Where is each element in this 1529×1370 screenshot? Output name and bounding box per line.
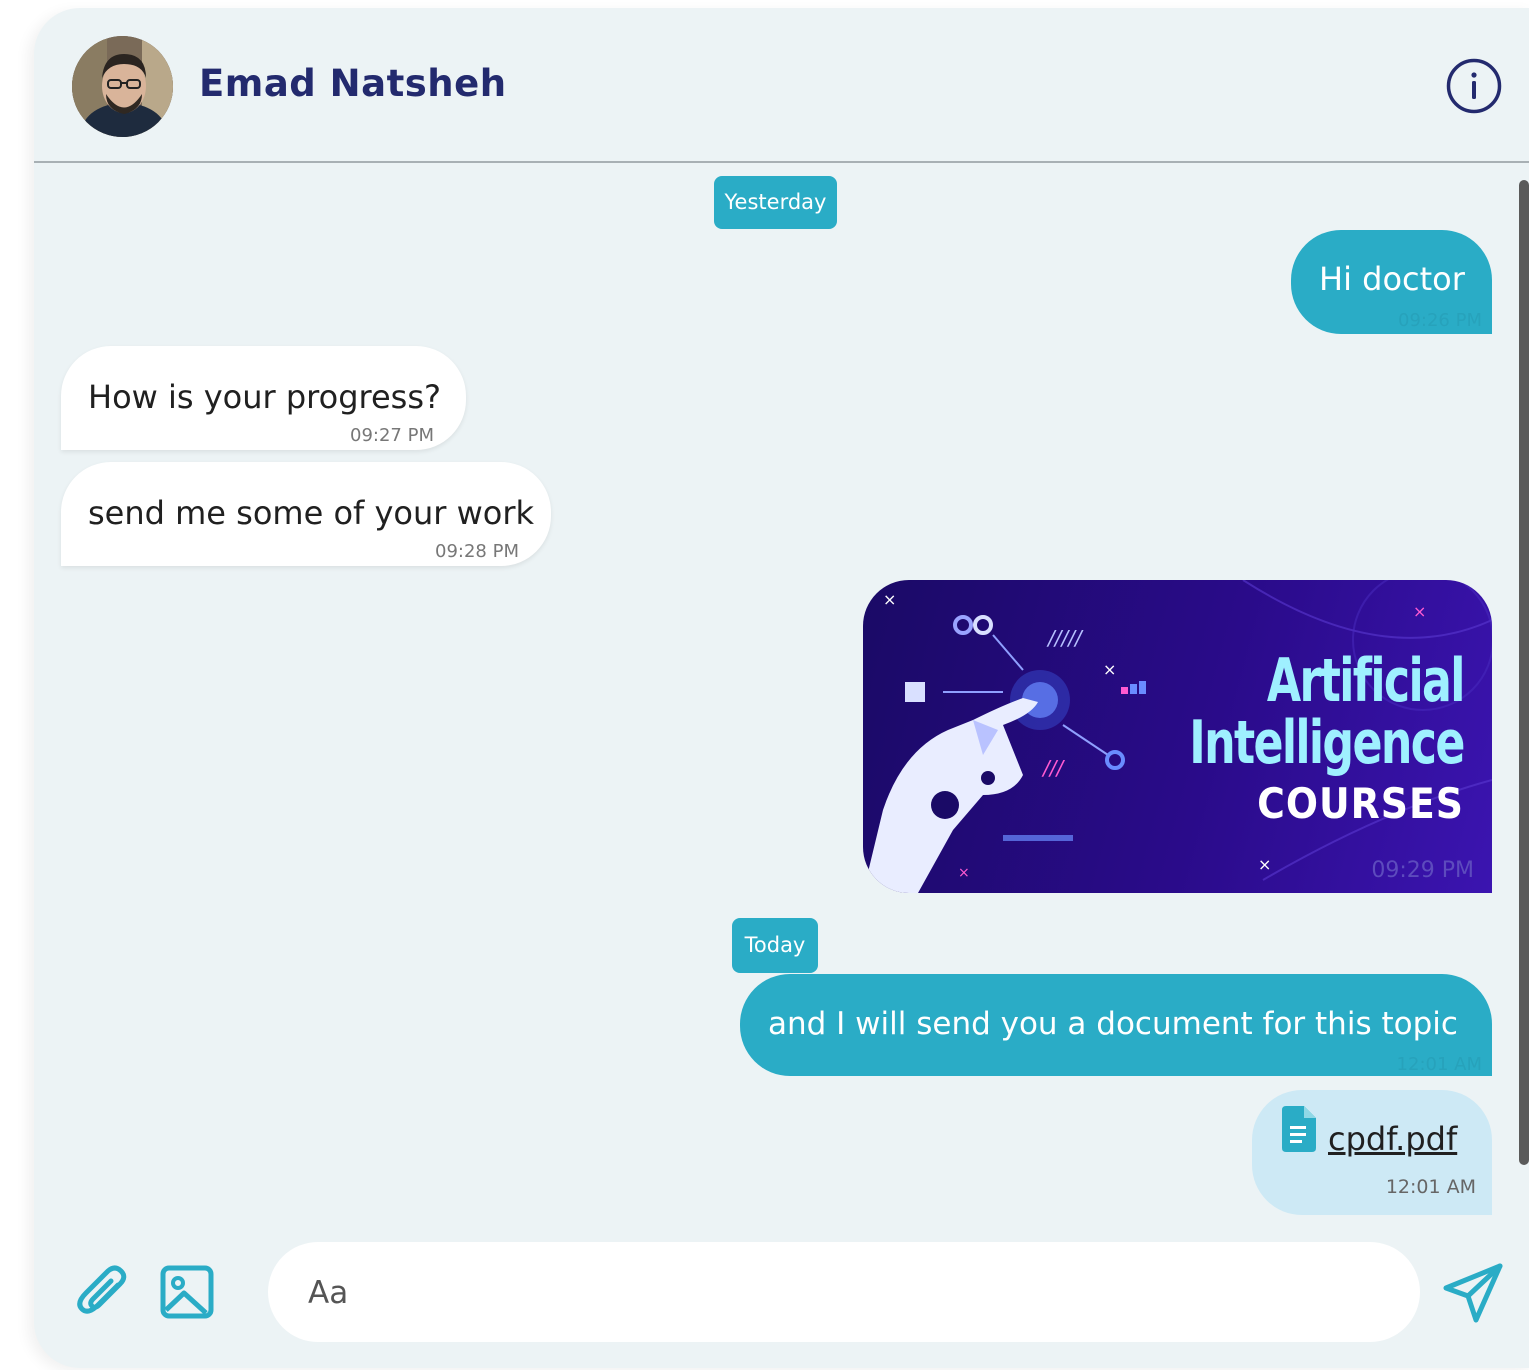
svg-text:///: /// [1041,756,1065,780]
message-time: 12:01 AM [1396,1054,1482,1075]
message-text: send me some of your work [88,494,535,532]
image-caption-line3: COURSES [1257,779,1464,828]
incoming-message[interactable]: How is your progress? 09:27 PM [61,346,466,450]
file-message[interactable]: cpdf.pdf 12:01 AM [1252,1090,1492,1215]
send-icon[interactable] [1442,1262,1504,1328]
outgoing-message[interactable]: Hi doctor 09:26 PM [1291,230,1492,334]
paperclip-icon[interactable] [74,1263,132,1325]
date-separator: Yesterday [714,176,837,229]
image-caption-line1: Artificial [1267,646,1465,716]
message-input[interactable] [306,1267,1370,1319]
message-composer [268,1242,1420,1342]
message-time: 09:27 PM [350,425,434,446]
svg-text:×: × [1103,660,1116,679]
svg-text:×: × [1258,855,1271,874]
contact-name: Emad Natsheh [199,62,507,105]
outgoing-message[interactable]: and I will send you a document for this … [740,974,1492,1076]
image-message[interactable]: ///// /// × × × × × Artificial Intellige… [863,580,1492,893]
file-link[interactable]: cpdf.pdf [1328,1120,1457,1158]
message-time: 09:29 PM [1371,858,1474,883]
svg-text://///: ///// [1046,626,1084,650]
contact-avatar[interactable] [72,36,173,137]
info-icon[interactable] [1446,58,1502,114]
chat-panel: Emad Natsheh Yesterday Hi doctor 09:26 P… [34,8,1529,1368]
svg-text:×: × [1413,602,1426,621]
svg-text:×: × [883,590,896,609]
message-time: 09:26 PM [1398,310,1482,331]
scrollbar[interactable] [1519,180,1529,1165]
message-text: How is your progress? [88,378,441,416]
svg-text:×: × [958,865,970,881]
chat-header: Emad Natsheh [34,8,1529,163]
message-time: 12:01 AM [1385,1176,1476,1198]
incoming-message[interactable]: send me some of your work 09:28 PM [61,462,551,566]
date-separator: Today [732,918,818,973]
image-caption-line2: Intelligence [1189,708,1466,778]
message-time: 09:28 PM [435,541,519,562]
image-icon[interactable] [160,1265,214,1323]
document-icon [1282,1106,1316,1156]
message-text: and I will send you a document for this … [768,1006,1458,1042]
message-text: Hi doctor [1319,260,1465,298]
